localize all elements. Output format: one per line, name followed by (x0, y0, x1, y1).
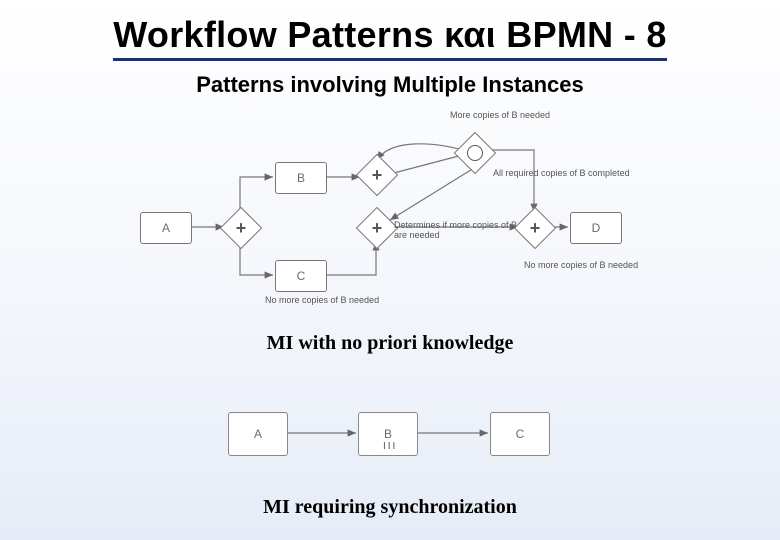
task-b-label: B (384, 427, 392, 441)
note-all-required: All required copies of B completed (493, 168, 643, 178)
slide: Workflow Patterns και BPMN - 8 Patterns … (0, 0, 780, 540)
plus-icon: + (527, 214, 543, 242)
plus-icon: + (233, 214, 249, 242)
slide-subtitle: Patterns involving Multiple Instances (0, 72, 780, 98)
task-a: A (228, 412, 288, 456)
caption-diagram-1: MI with no priori knowledge (0, 332, 780, 355)
note-more-copies: More copies of B needed (445, 110, 555, 120)
task-b: B (275, 162, 327, 194)
title-text: Workflow Patterns και BPMN - 8 (113, 14, 666, 61)
task-d: D (570, 212, 622, 244)
task-b-multi-instance: B III (358, 412, 418, 456)
multi-instance-parallel-icon: III (383, 441, 397, 452)
note-determine: Determines if more copies of B are neede… (394, 220, 524, 241)
circle-icon (467, 145, 483, 161)
plus-icon: + (369, 214, 385, 242)
note-no-more-1: No more copies of B needed (524, 260, 654, 270)
diagram-mi-no-priori: A B C D + + + + More copies of B needed … (130, 120, 650, 320)
task-c: C (275, 260, 327, 292)
task-c: C (490, 412, 550, 456)
note-no-more-2: No more copies of B needed (265, 295, 405, 305)
slide-title: Workflow Patterns και BPMN - 8 (0, 14, 780, 61)
plus-icon: + (369, 161, 385, 189)
task-a: A (140, 212, 192, 244)
caption-diagram-2: MI requiring synchronization (0, 496, 780, 519)
diagram-mi-sync: A B III C (220, 386, 560, 486)
